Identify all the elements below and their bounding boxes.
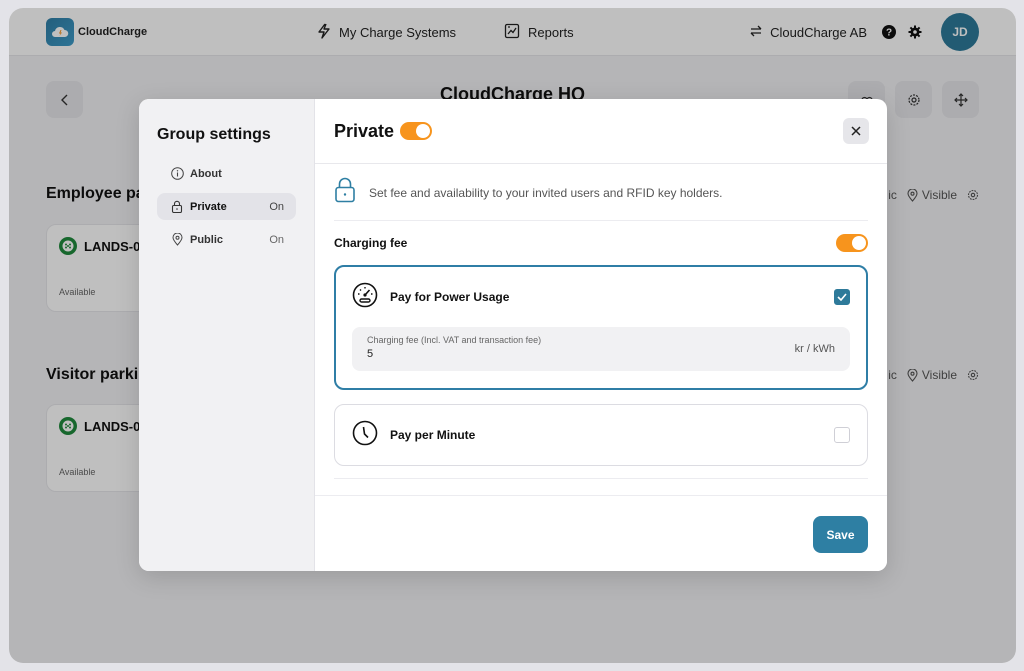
info-text: Set fee and availability to your invited… bbox=[369, 185, 723, 200]
charging-fee-input[interactable]: Charging fee (Incl. VAT and transaction … bbox=[352, 327, 850, 371]
input-label: Charging fee (Incl. VAT and transaction … bbox=[367, 335, 542, 345]
app-window: CloudCharge My Charge Systems Reports Cl… bbox=[9, 8, 1016, 663]
charging-fee-header: Charging fee bbox=[334, 221, 868, 265]
sidebar-item-about[interactable]: About bbox=[157, 160, 296, 187]
save-button[interactable]: Save bbox=[813, 516, 868, 553]
pay-for-power-usage-checkbox[interactable] bbox=[834, 289, 850, 305]
divider bbox=[334, 478, 868, 479]
sidebar-title: Group settings bbox=[157, 126, 271, 143]
sidebar-item-private[interactable]: Private On bbox=[157, 193, 296, 220]
clock-icon bbox=[352, 420, 378, 451]
private-toggle[interactable] bbox=[400, 122, 433, 140]
lock-icon bbox=[170, 200, 184, 214]
checkmark-icon bbox=[837, 293, 847, 301]
modal-sidebar: Group settings About Private On Public O… bbox=[139, 99, 315, 571]
input-unit: kr / kWh bbox=[794, 343, 835, 355]
sidebar-item-state: On bbox=[269, 233, 284, 246]
modal-footer: Save bbox=[315, 495, 887, 571]
modal-content: Private Set fee and availability to your… bbox=[315, 99, 887, 571]
info-icon bbox=[170, 167, 184, 181]
sidebar-item-state: On bbox=[269, 200, 284, 213]
charging-fee-label: Charging fee bbox=[334, 236, 408, 250]
close-icon bbox=[851, 126, 861, 136]
modal-body: Set fee and availability to your invited… bbox=[334, 165, 868, 495]
charging-fee-toggle[interactable] bbox=[836, 234, 868, 252]
pay-per-minute-checkbox[interactable] bbox=[834, 427, 850, 443]
modal-title: Private bbox=[334, 120, 395, 141]
info-row: Set fee and availability to your invited… bbox=[334, 165, 868, 221]
location-pin-icon bbox=[170, 233, 184, 247]
sidebar-item-label: About bbox=[190, 167, 222, 180]
modal-header: Private bbox=[315, 99, 887, 164]
option-pay-per-minute[interactable]: Pay per Minute bbox=[334, 404, 868, 466]
sidebar-item-label: Public bbox=[190, 233, 224, 246]
lock-icon bbox=[334, 177, 356, 208]
speedometer-icon bbox=[352, 282, 378, 313]
option-pay-for-power-usage[interactable]: Pay for Power Usage Charging fee (Incl. … bbox=[334, 265, 868, 390]
sidebar-item-public[interactable]: Public On bbox=[157, 226, 296, 253]
input-value[interactable]: 5 bbox=[367, 348, 373, 360]
close-button[interactable] bbox=[843, 118, 869, 144]
group-settings-modal: Group settings About Private On Public O… bbox=[139, 99, 887, 571]
option-label: Pay for Power Usage bbox=[390, 290, 510, 304]
sidebar-item-label: Private bbox=[190, 200, 227, 213]
option-label: Pay per Minute bbox=[390, 428, 476, 442]
